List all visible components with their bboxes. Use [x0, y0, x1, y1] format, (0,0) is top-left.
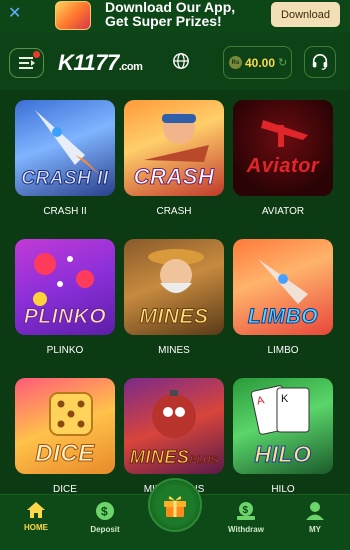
logo-main: K1177	[58, 50, 119, 75]
support-button[interactable]	[304, 46, 336, 78]
refresh-icon[interactable]: ↻	[278, 56, 287, 69]
banner-text: Download Our App, Get Super Prizes!	[105, 0, 235, 28]
thumb-title: CRASH II	[21, 168, 109, 190]
game-thumbnail: CRASH	[124, 100, 224, 196]
nav-withdraw-label: Withdraw	[228, 525, 264, 534]
gift-icon	[164, 496, 186, 517]
home-icon	[27, 502, 45, 518]
game-tile-aviator[interactable]: Aviator AVIATOR	[233, 100, 333, 217]
nav-deposit-label: Deposit	[90, 525, 120, 534]
close-icon[interactable]: ✕	[8, 6, 21, 22]
svg-text:$: $	[243, 505, 249, 516]
app-icon	[55, 1, 91, 30]
thumb-title-main: MINES	[129, 447, 190, 468]
game-tile-dice[interactable]: DICE DICE	[15, 378, 115, 495]
game-thumbnail: CRASH II	[15, 100, 115, 196]
svg-text:$: $	[101, 505, 108, 519]
gift-button[interactable]	[148, 478, 202, 532]
game-tile-crash[interactable]: CRASH CRASH	[124, 100, 224, 217]
game-label: PLINKO	[46, 345, 84, 356]
plane-art	[261, 120, 308, 147]
withdraw-icon: $	[237, 502, 255, 520]
thumb-title-suffix: PLUS	[189, 455, 219, 467]
menu-button[interactable]	[9, 48, 44, 78]
game-tile-plinko[interactable]: PLINKO PLINKO	[15, 239, 115, 356]
banner-line1: Download Our App,	[105, 0, 236, 15]
game-thumbnail: MINESPLUS	[124, 378, 224, 474]
thumb-title: DICE	[35, 440, 95, 468]
nav-deposit[interactable]: $ Deposit	[75, 495, 135, 550]
nav-home-label: HOME	[24, 523, 48, 532]
thumb-title: CRASH	[133, 164, 215, 190]
game-thumbnail: PLINKO	[15, 239, 115, 335]
svg-text:K: K	[281, 393, 289, 405]
menu-icon	[18, 57, 35, 69]
thumb-title: LIMBO	[247, 305, 319, 329]
notification-dot	[33, 51, 40, 58]
balance-value: 40.00	[245, 55, 276, 70]
headset-icon	[312, 53, 328, 70]
game-tile-mines[interactable]: MINES MINES	[124, 239, 224, 356]
download-button[interactable]: Download	[271, 2, 340, 27]
app-header: K1177.com Rs 40.00 ↻	[0, 32, 350, 90]
globe-icon[interactable]	[172, 52, 190, 70]
game-tile-hilo[interactable]: K A HILO HILO	[233, 378, 333, 495]
game-thumbnail: LIMBO	[233, 239, 333, 335]
currency-badge: Rs	[229, 56, 242, 69]
game-label: LIMBO	[267, 345, 299, 356]
game-thumbnail: Aviator	[233, 100, 333, 196]
nav-withdraw[interactable]: $ Withdraw	[216, 495, 276, 550]
nav-my-label: MY	[309, 525, 321, 534]
banner-line2: Get Super Prizes!	[105, 13, 222, 29]
nav-home[interactable]: HOME	[6, 495, 66, 550]
logo[interactable]: K1177.com	[58, 50, 143, 76]
user-icon	[306, 502, 324, 520]
game-tile-crash-ii[interactable]: CRASH II CRASH II	[15, 100, 115, 217]
thumb-title: Aviator	[246, 155, 320, 177]
deposit-icon: $	[96, 502, 114, 520]
game-thumbnail: DICE	[15, 378, 115, 474]
game-thumbnail: K A HILO	[233, 378, 333, 474]
game-thumbnail: MINES	[124, 239, 224, 335]
game-label: AVIATOR	[261, 206, 305, 217]
logo-sub: .com	[118, 61, 143, 73]
game-label: MINES	[158, 345, 190, 356]
game-label: CRASH	[156, 206, 192, 217]
thumb-title: MINESPLUS	[124, 447, 224, 468]
thumb-title: HILO	[254, 441, 312, 468]
nav-my[interactable]: MY	[285, 495, 345, 550]
thumb-title: MINES	[139, 305, 209, 329]
balance-pill[interactable]: Rs 40.00 ↻	[223, 46, 292, 79]
download-banner: ✕ Download Our App, Get Super Prizes! Do…	[0, 0, 350, 32]
game-label: CRASH II	[43, 206, 87, 217]
game-tile-limbo[interactable]: LIMBO LIMBO	[233, 239, 333, 356]
thumb-title: PLINKO	[23, 305, 107, 329]
